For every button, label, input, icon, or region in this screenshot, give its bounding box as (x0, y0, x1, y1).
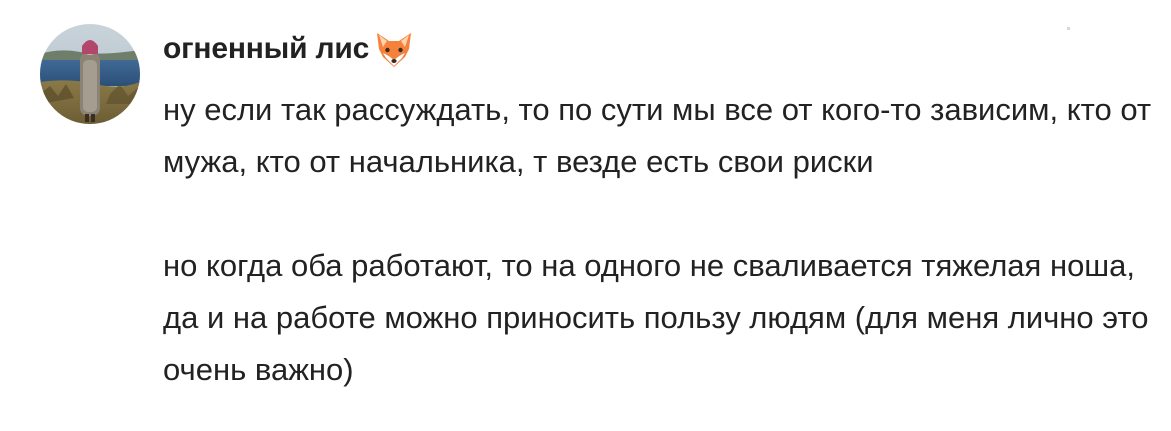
avatar[interactable] (40, 24, 140, 124)
author-line: огненный лис (163, 24, 417, 74)
author-name[interactable]: огненный лис (163, 32, 369, 66)
comment: огненный лис ну если так рассуждать, то … (0, 0, 1171, 431)
comment-body: ну если так рассуждать, то по сути мы вс… (163, 84, 1153, 396)
divider-dot (1067, 27, 1070, 30)
fox-face-icon (371, 27, 417, 73)
comment-paragraph: но когда оба работают, то на одного не с… (163, 248, 1149, 387)
comment-paragraph: ну если так рассуждать, то по сути мы вс… (163, 92, 1152, 179)
user-photo-avatar (40, 24, 140, 124)
